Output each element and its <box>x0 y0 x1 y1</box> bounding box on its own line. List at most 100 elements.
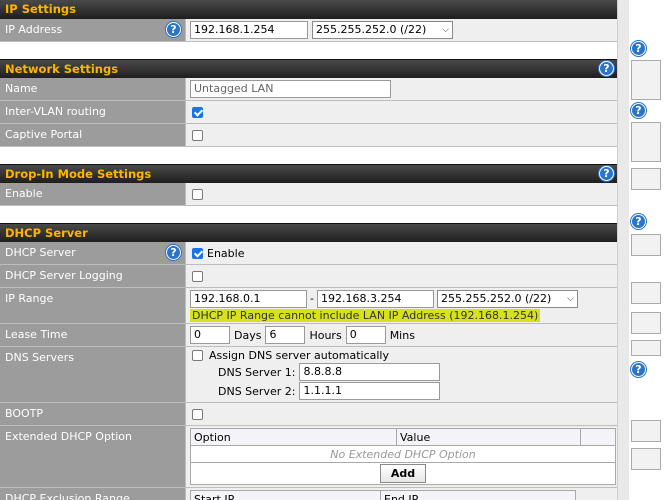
hours-text: Hours <box>309 328 342 342</box>
dns-servers-label: DNS Servers <box>5 351 74 364</box>
ip-range-value-cell: 192.168.0.1 - 192.168.3.254 255.255.252.… <box>186 288 617 323</box>
dhcp-logging-label-cell: DHCP Server Logging <box>0 265 186 287</box>
ip-address-label-cell: IP Address ? <box>0 19 186 41</box>
ip-range-label-cell: IP Range <box>0 288 186 323</box>
add-button[interactable]: Add <box>379 464 427 483</box>
captive-portal-checkbox[interactable] <box>192 129 203 141</box>
bootp-checkbox[interactable] <box>192 408 203 420</box>
lease-hours-input[interactable]: 6 <box>265 326 306 344</box>
lease-time-fields: 0 Days 6 Hours 0 Mins <box>190 326 415 344</box>
dns1-input[interactable]: 8.8.8.8 <box>299 363 441 381</box>
ip-subnet-value: 255.255.252.0 (/22) <box>316 23 427 36</box>
adjacent-gutter <box>617 0 629 500</box>
exclusion-label-cell: DHCP Exclusion Range <box>0 488 186 500</box>
dropin-enable-row: Enable <box>0 183 617 206</box>
adjacent-field[interactable] <box>631 340 661 356</box>
dns2-label: DNS Server 2: <box>218 384 296 398</box>
help-icon[interactable]: ? <box>631 214 646 229</box>
bootp-label: BOOTP <box>5 407 44 420</box>
help-icon[interactable]: ? <box>166 245 181 260</box>
lease-time-value-cell: 0 Days 6 Hours 0 Mins <box>186 324 617 346</box>
exclusion-row: DHCP Exclusion Range Start IP End IP <box>0 488 617 500</box>
help-icon[interactable]: ? <box>631 362 646 377</box>
dns-servers-label-cell: DNS Servers <box>0 347 186 402</box>
adjacent-panel: ? ? ? ? <box>617 0 667 500</box>
bootp-label-cell: BOOTP <box>0 403 186 425</box>
adjacent-field[interactable] <box>631 234 661 256</box>
dns2-input[interactable]: 1.1.1.1 <box>299 382 441 400</box>
ext-col-option: Option <box>190 428 397 446</box>
excl-col-end: End IP <box>380 490 576 500</box>
network-settings-header: Network Settings ? <box>0 59 617 78</box>
lease-time-row: Lease Time 0 Days 6 Hours 0 Mins <box>0 324 617 347</box>
help-icon[interactable]: ? <box>599 61 614 76</box>
dropin-header: Drop-In Mode Settings ? <box>0 164 617 183</box>
assign-dns-checkbox[interactable] <box>192 350 203 361</box>
range-warning-message: DHCP IP Range cannot include LAN IP Addr… <box>190 308 541 322</box>
adjacent-field[interactable] <box>631 122 661 162</box>
help-icon[interactable]: ? <box>631 41 646 56</box>
range-start-input[interactable]: 192.168.0.1 <box>190 289 307 308</box>
ext-col-value: Value <box>396 428 581 446</box>
dropin-enable-value-cell <box>186 183 617 205</box>
inter-vlan-checkbox[interactable] <box>192 106 203 118</box>
ext-add-cell: Add <box>190 462 616 485</box>
adjacent-field[interactable] <box>631 420 661 442</box>
adjacent-field[interactable] <box>631 312 661 334</box>
bootp-value-cell <box>186 403 617 425</box>
section-title: Drop-In Mode Settings <box>5 167 152 181</box>
dns-servers-row: DNS Servers Assign DNS server automatica… <box>0 347 617 403</box>
adjacent-field[interactable] <box>631 282 661 304</box>
inter-vlan-row: Inter-VLAN routing <box>0 101 617 124</box>
ip-range-inputs: 192.168.0.1 - 192.168.3.254 255.255.252.… <box>190 289 578 308</box>
network-settings-section: Network Settings ? Name Untagged LAN Int… <box>0 59 617 147</box>
ip-range-label: IP Range <box>5 292 54 305</box>
lease-time-label-cell: Lease Time <box>0 324 186 346</box>
ext-col-actions <box>580 428 616 446</box>
assign-dns-text: Assign DNS server automatically <box>209 349 389 362</box>
help-icon[interactable]: ? <box>166 22 181 37</box>
adjacent-field[interactable] <box>631 448 661 470</box>
captive-portal-row: Captive Portal <box>0 124 617 147</box>
ext-option-table: Option Value No Extended DHCP Option Add <box>190 428 616 485</box>
adjacent-field[interactable] <box>631 60 661 100</box>
dhcp-header: DHCP Server <box>0 223 617 242</box>
dhcp-logging-checkbox[interactable] <box>192 270 203 282</box>
ext-option-row: Extended DHCP Option Option Value No Ext… <box>0 426 617 488</box>
dhcp-enable-toggle[interactable]: Enable <box>190 247 244 260</box>
dhcp-enable-text: Enable <box>207 246 245 260</box>
dropin-section: Drop-In Mode Settings ? Enable <box>0 164 617 206</box>
ip-address-value-cell: 192.168.1.254 255.255.252.0 (/22) ⌵ <box>186 19 617 41</box>
dhcp-logging-row: DHCP Server Logging <box>0 265 617 288</box>
dhcp-server-row: DHCP Server ? Enable <box>0 242 617 265</box>
ext-option-label-cell: Extended DHCP Option <box>0 426 186 487</box>
dhcp-enable-checkbox[interactable] <box>192 247 203 259</box>
lease-time-label: Lease Time <box>5 328 68 341</box>
adjacent-field[interactable] <box>631 168 661 190</box>
ip-settings-header: IP Settings <box>0 0 617 19</box>
help-icon[interactable]: ? <box>599 166 614 181</box>
dropin-enable-checkbox[interactable] <box>192 188 203 200</box>
name-label: Name <box>5 82 38 95</box>
captive-portal-label: Captive Portal <box>5 128 83 141</box>
days-text: Days <box>234 328 262 342</box>
range-subnet-select[interactable]: 255.255.252.0 (/22) ⌵ <box>436 289 578 308</box>
inter-vlan-value-cell <box>186 101 617 123</box>
help-icon[interactable]: ? <box>631 103 646 118</box>
dns2-line: DNS Server 2: 1.1.1.1 <box>190 382 441 400</box>
dropin-enable-label-cell: Enable <box>0 183 186 205</box>
exclusion-label: DHCP Exclusion Range <box>5 492 130 500</box>
name-value-cell: Untagged LAN <box>186 78 617 100</box>
dns-servers-value-cell: Assign DNS server automatically DNS Serv… <box>186 347 617 402</box>
ip-address-label: IP Address <box>5 23 63 36</box>
ip-address-input[interactable]: 192.168.1.254 <box>190 21 308 39</box>
ip-subnet-select[interactable]: 255.255.252.0 (/22) ⌵ <box>312 21 453 39</box>
name-input[interactable]: Untagged LAN <box>190 80 391 98</box>
name-label-cell: Name <box>0 78 186 100</box>
assign-dns-toggle[interactable]: Assign DNS server automatically <box>190 349 389 362</box>
lease-days-input[interactable]: 0 <box>190 326 230 344</box>
lease-mins-input[interactable]: 0 <box>345 326 386 344</box>
inter-vlan-label-cell: Inter-VLAN routing <box>0 101 186 123</box>
range-end-input[interactable]: 192.168.3.254 <box>316 289 434 308</box>
section-title: IP Settings <box>5 2 76 16</box>
